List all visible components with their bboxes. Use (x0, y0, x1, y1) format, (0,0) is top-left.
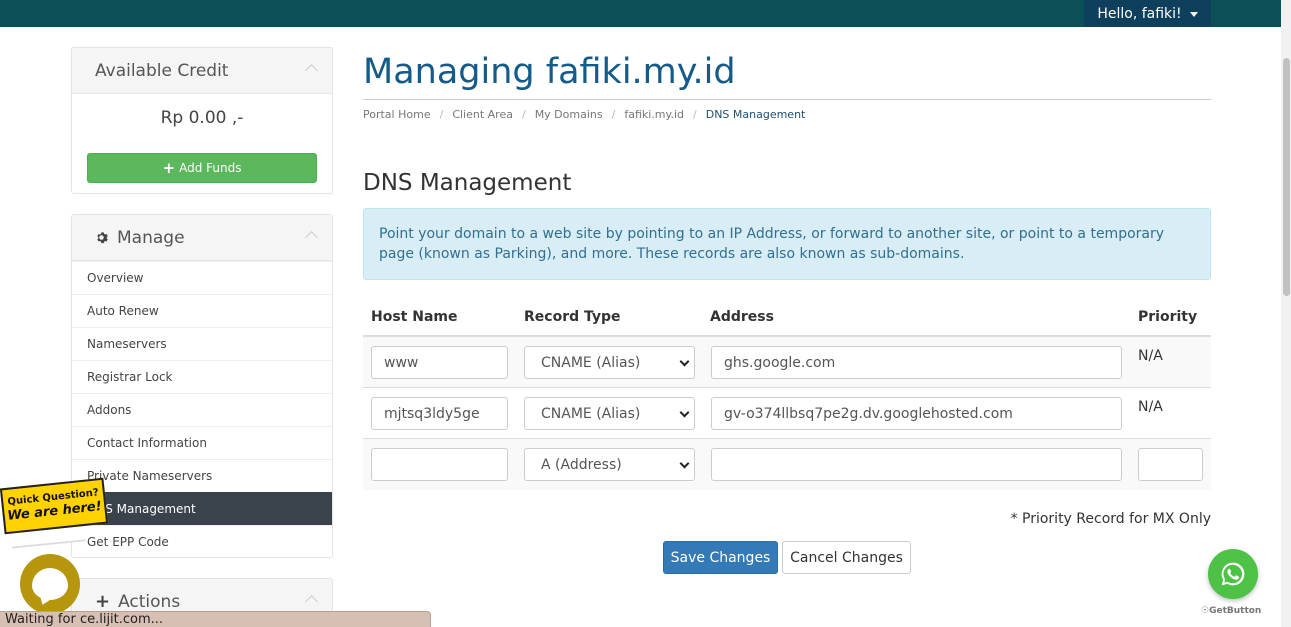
breadcrumb-separator: / (693, 108, 697, 121)
gear-icon (97, 232, 108, 244)
record-type-value: A (Address) (541, 456, 622, 473)
sidebar-item-private-nameservers[interactable]: Private Nameservers (72, 459, 332, 492)
scrollbar-thumb[interactable] (1283, 58, 1290, 296)
new-address-input[interactable] (711, 448, 1122, 481)
priority-value: N/A (1138, 399, 1163, 415)
whatsapp-button[interactable] (1208, 549, 1258, 599)
host-name-input[interactable]: mjtsq3ldy5ge (371, 397, 508, 430)
priority-value: N/A (1138, 348, 1163, 364)
sidebar-item-get-epp-code[interactable]: Get EPP Code (72, 525, 332, 558)
add-funds-label: Add Funds (179, 161, 242, 175)
page-scrollbar[interactable] (1281, 0, 1291, 627)
table-row-new-record: A (Address) (363, 439, 1211, 490)
breadcrumb-separator: / (439, 108, 444, 121)
plus-icon: + (95, 590, 111, 612)
manage-panel: Manage Overview Auto Renew Nameservers R… (71, 214, 333, 558)
info-alert: Point your domain to a web site by point… (363, 208, 1211, 280)
credit-panel-header[interactable]: Available Credit (72, 48, 332, 94)
sidebar-item-addons[interactable]: Addons (72, 393, 332, 426)
sidebar-item-overview[interactable]: Overview (72, 261, 332, 294)
getbutton-label: GetButton (1209, 606, 1262, 616)
credit-amount: Rp 0.00 ,- (160, 108, 244, 128)
chevron-up-icon[interactable] (305, 231, 318, 244)
credit-panel-title: Available Credit (95, 60, 229, 81)
breadcrumb-my-domains[interactable]: My Domains (535, 108, 603, 121)
credit-panel: Available Credit Rp 0.00 ,- + Add Funds (71, 47, 333, 194)
breadcrumb-portal-home[interactable]: Portal Home (363, 108, 431, 121)
sidebar-item-auto-renew[interactable]: Auto Renew (72, 294, 332, 327)
sidebar-item-dns-management[interactable]: DNS Management (72, 492, 332, 525)
chat-bubble-icon (32, 568, 68, 600)
save-changes-button[interactable]: Save Changes (663, 541, 778, 574)
priority-mx-note: * Priority Record for MX Only (1010, 511, 1211, 527)
getbutton-branding[interactable]: ☉GetButton (1201, 606, 1261, 616)
cancel-changes-button[interactable]: Cancel Changes (782, 541, 911, 574)
sidebar-item-registrar-lock[interactable]: Registrar Lock (72, 360, 332, 393)
record-type-value: CNAME (Alias) (541, 405, 641, 422)
record-type-select[interactable]: CNAME (Alias) (524, 397, 695, 430)
breadcrumb: Portal Home / Client Area / My Domains /… (363, 108, 805, 121)
column-header-record-type: Record Type (524, 309, 621, 325)
user-menu-dropdown[interactable]: Hello, fafiki! (1084, 0, 1211, 27)
whatsapp-icon (1221, 562, 1245, 586)
table-header-row: Host Name Record Type Address Priority (363, 300, 1211, 337)
breadcrumb-separator: / (611, 108, 616, 121)
user-greeting: Hello, fafiki! (1097, 5, 1182, 22)
host-name-input[interactable]: www (371, 346, 508, 379)
record-type-select[interactable]: CNAME (Alias) (524, 346, 695, 379)
manage-panel-header[interactable]: Manage (72, 215, 332, 261)
getbutton-logo-icon: ☉ (1201, 606, 1210, 616)
address-input[interactable]: ghs.google.com (711, 346, 1122, 379)
new-record-type-select[interactable]: A (Address) (524, 448, 695, 481)
breadcrumb-client-area[interactable]: Client Area (452, 108, 513, 121)
caret-down-icon (1189, 12, 1198, 17)
new-host-name-input[interactable] (371, 448, 508, 481)
new-priority-input[interactable] (1138, 448, 1203, 481)
top-navbar: Hello, fafiki! (0, 0, 1281, 27)
column-header-priority: Priority (1138, 309, 1198, 325)
title-divider (363, 99, 1211, 100)
actions-panel-title: Actions (118, 591, 181, 612)
browser-status-bar: Waiting for ce.lijit.com... (0, 611, 431, 627)
address-input[interactable]: gv-o374llbsq7pe2g.dv.googlehosted.com (711, 397, 1122, 430)
column-header-host-name: Host Name (371, 309, 458, 325)
chevron-down-icon (679, 458, 690, 469)
sidebar-item-contact-information[interactable]: Contact Information (72, 426, 332, 459)
dns-records-table: Host Name Record Type Address Priority w… (363, 300, 1211, 490)
breadcrumb-separator: / (521, 108, 526, 121)
breadcrumb-current: DNS Management (705, 108, 806, 121)
live-chat-button[interactable] (20, 554, 80, 614)
plus-icon: + (162, 158, 176, 177)
sidebar-item-nameservers[interactable]: Nameservers (72, 327, 332, 360)
chevron-down-icon (679, 407, 690, 418)
section-title: DNS Management (363, 170, 572, 196)
chevron-down-icon (679, 356, 690, 367)
record-type-value: CNAME (Alias) (541, 354, 641, 371)
chevron-up-icon[interactable] (305, 595, 318, 608)
page-title: Managing fafiki.my.id (363, 52, 736, 92)
table-row: www CNAME (Alias) ghs.google.com N/A (363, 337, 1211, 388)
column-header-address: Address (710, 309, 774, 325)
add-funds-button[interactable]: + Add Funds (87, 153, 317, 183)
manage-panel-title: Manage (117, 227, 185, 248)
table-row: mjtsq3ldy5ge CNAME (Alias) gv-o374llbsq7… (363, 388, 1211, 439)
breadcrumb-domain[interactable]: fafiki.my.id (624, 108, 684, 121)
chevron-up-icon[interactable] (305, 64, 318, 77)
